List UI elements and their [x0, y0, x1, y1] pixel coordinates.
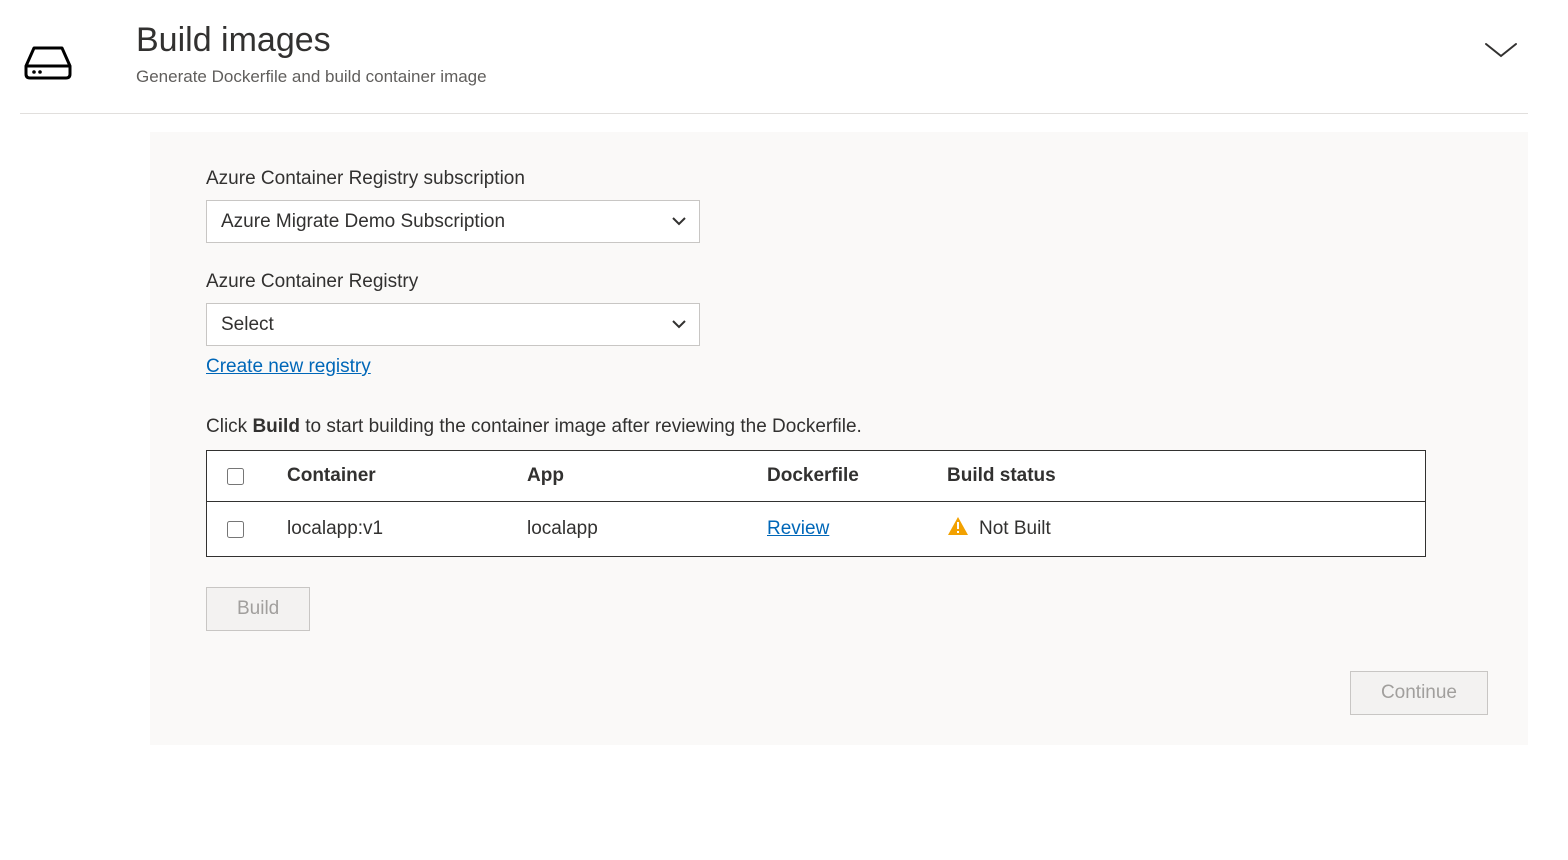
collapse-toggle[interactable]	[1484, 40, 1518, 65]
row-checkbox[interactable]	[227, 521, 244, 538]
step-header: Build images Generate Dockerfile and bui…	[20, 20, 1528, 114]
table-row: localapp:v1 localapp Review Not Built	[207, 502, 1425, 556]
col-header-dockerfile: Dockerfile	[767, 465, 947, 487]
build-button[interactable]: Build	[206, 587, 310, 631]
review-link[interactable]: Review	[767, 518, 829, 539]
cell-container: localapp:v1	[287, 518, 527, 540]
col-header-app: App	[527, 465, 767, 487]
page-title: Build images	[136, 20, 1424, 61]
container-table: Container App Dockerfile Build status lo…	[206, 450, 1426, 557]
col-header-status: Build status	[947, 465, 1247, 487]
warning-icon	[947, 516, 969, 542]
content-panel: Azure Container Registry subscription Az…	[150, 132, 1528, 745]
cell-status: Not Built	[979, 518, 1051, 540]
subscription-select[interactable]: Azure Migrate Demo Subscription	[206, 200, 700, 243]
subscription-label: Azure Container Registry subscription	[206, 168, 1488, 190]
registry-label: Azure Container Registry	[206, 271, 1488, 293]
table-header-row: Container App Dockerfile Build status	[207, 451, 1425, 502]
create-registry-link[interactable]: Create new registry	[206, 356, 371, 378]
build-instruction: Click Build to start building the contai…	[206, 416, 1488, 438]
col-header-container: Container	[287, 465, 527, 487]
disk-icon	[20, 42, 76, 87]
cell-app: localapp	[527, 518, 767, 540]
registry-select[interactable]: Select	[206, 303, 700, 346]
select-all-checkbox[interactable]	[227, 468, 244, 485]
page-subtitle: Generate Dockerfile and build container …	[136, 67, 1424, 87]
continue-button[interactable]: Continue	[1350, 671, 1488, 715]
